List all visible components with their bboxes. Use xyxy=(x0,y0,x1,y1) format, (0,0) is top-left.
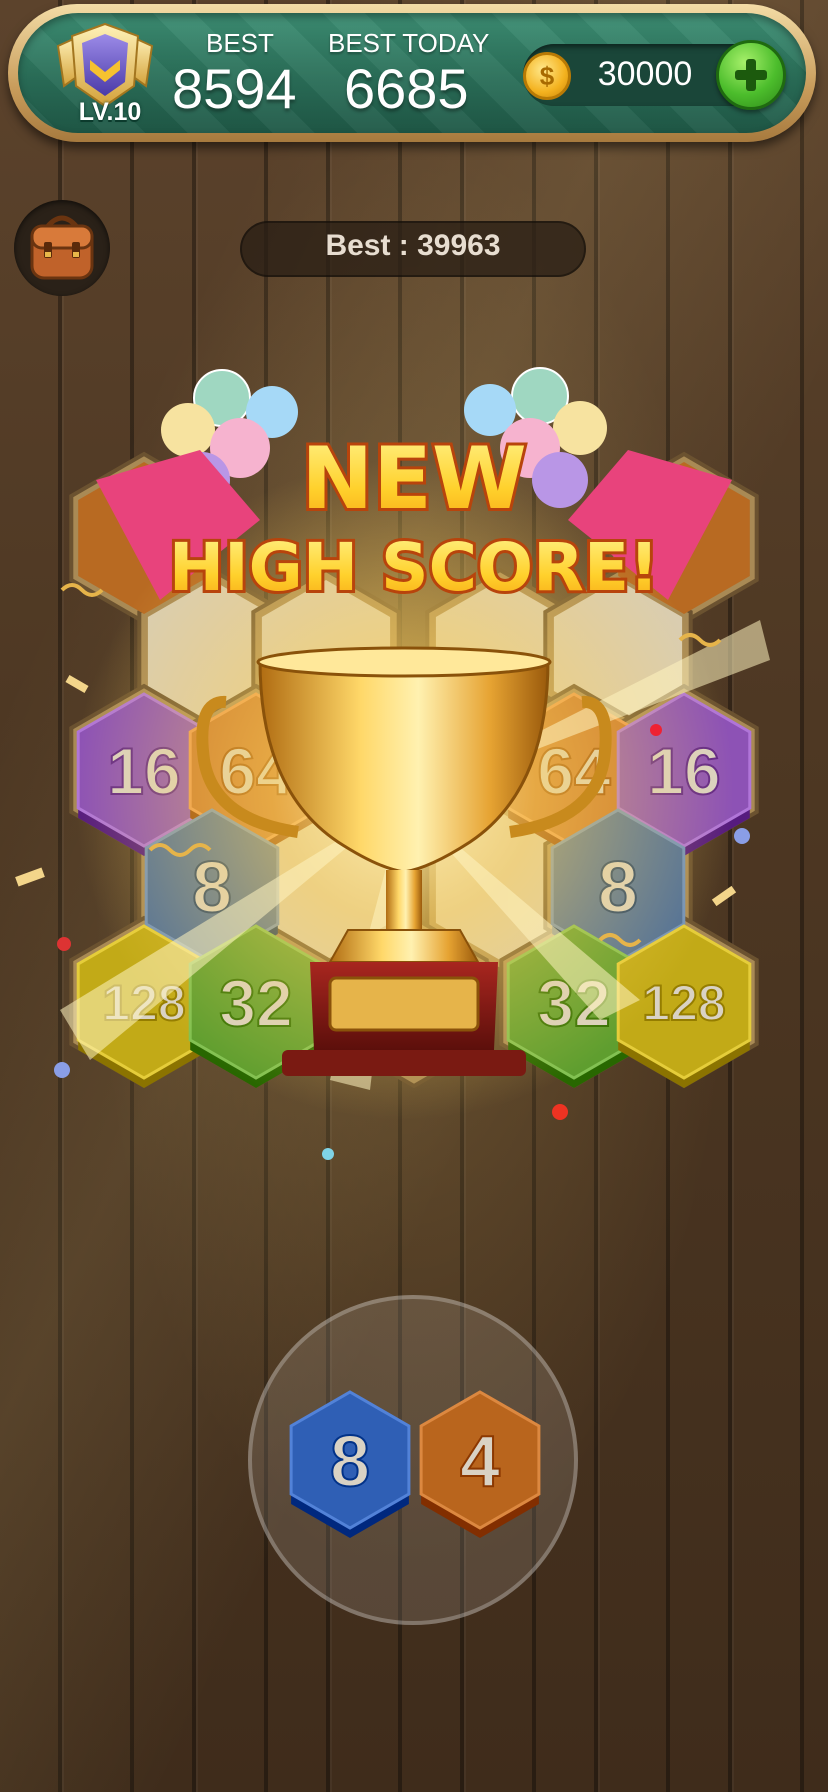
tray-piece-value: 4 xyxy=(460,1422,500,1502)
tray-piece: 4 xyxy=(419,1390,541,1538)
tray-piece-value: 8 xyxy=(330,1422,370,1502)
tray-piece: 8 xyxy=(289,1390,411,1538)
tray-piece-group[interactable]: 84 xyxy=(289,1390,541,1538)
tray-pieces: 84 xyxy=(289,1390,541,1538)
